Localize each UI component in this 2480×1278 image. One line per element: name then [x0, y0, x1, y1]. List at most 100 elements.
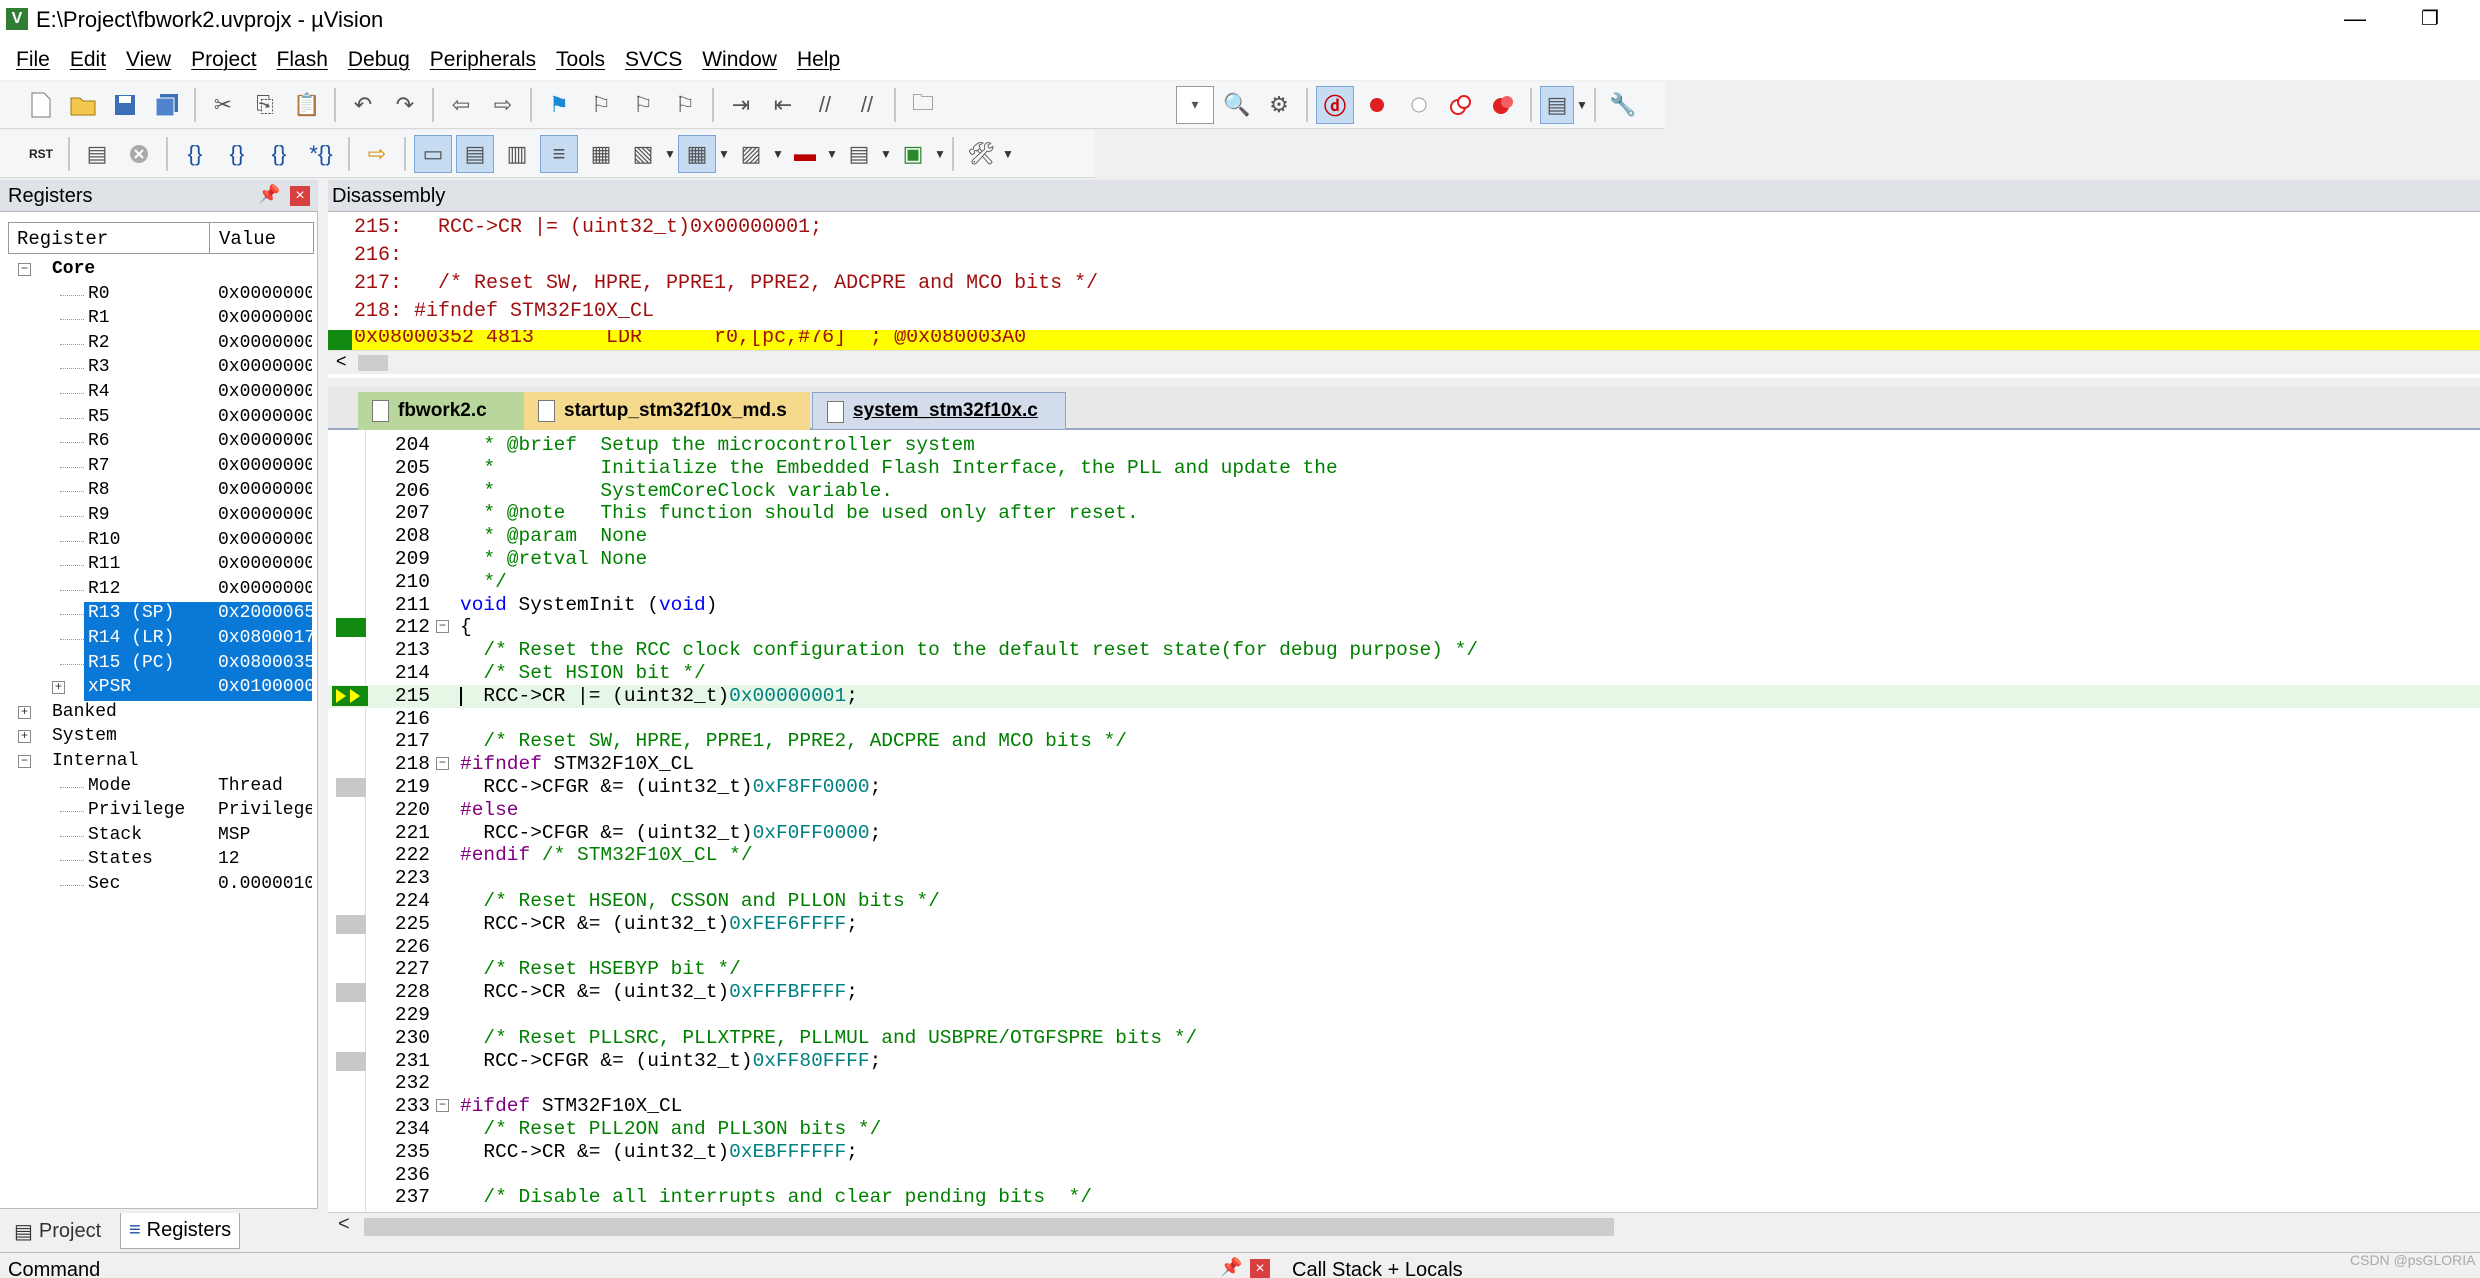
scrollbar-thumb[interactable]	[364, 1218, 1614, 1236]
register-value[interactable]: 0x00000000	[218, 579, 312, 599]
register-row[interactable]: Sec0.00000100	[0, 873, 312, 898]
register-row[interactable]: R70x00000000	[0, 455, 312, 480]
system-viewer-icon[interactable]: ▣	[894, 135, 932, 173]
unindent-icon[interactable]: ⇤	[764, 86, 802, 124]
chevron-down-icon[interactable]: ▼	[1002, 147, 1014, 161]
symbols-window-icon[interactable]: ▥	[498, 135, 536, 173]
insert-breakpoint-icon[interactable]	[1358, 86, 1396, 124]
code-line[interactable]: 223	[328, 867, 2480, 890]
expand-icon[interactable]: +	[18, 706, 31, 719]
chevron-down-icon[interactable]: ▼	[826, 147, 838, 161]
menu-debug[interactable]: Debug	[338, 48, 420, 72]
code-line[interactable]: 220#else	[328, 799, 2480, 822]
disassembly-window-icon[interactable]: ▤	[456, 135, 494, 173]
register-value[interactable]: 0x08000175	[218, 628, 312, 648]
code-line[interactable]: 215 RCC->CR |= (uint32_t)0x00000001;	[328, 685, 2480, 708]
code-line[interactable]: 221 RCC->CFGR &= (uint32_t)0xF0FF0000;	[328, 822, 2480, 845]
code-line[interactable]: 231 RCC->CFGR &= (uint32_t)0xFF80FFFF;	[328, 1050, 2480, 1073]
stop-icon[interactable]	[120, 135, 158, 173]
menu-file[interactable]: File	[6, 48, 60, 72]
register-row[interactable]: R110x00000000	[0, 553, 312, 578]
register-value[interactable]: 0x00000000	[218, 530, 312, 550]
register-row[interactable]: ModeThread	[0, 775, 312, 800]
next-bookmark-icon[interactable]: ⚐	[624, 86, 662, 124]
menu-svcs[interactable]: SVCS	[615, 48, 692, 72]
save-all-icon[interactable]	[148, 86, 186, 124]
undo-icon[interactable]: ↶	[344, 86, 382, 124]
code-line[interactable]: 235 RCC->CR &= (uint32_t)0xEBFFFFFF;	[328, 1141, 2480, 1164]
code-line[interactable]: 236	[328, 1164, 2480, 1187]
executable-line-marker[interactable]	[336, 915, 366, 934]
executable-line-marker[interactable]	[336, 983, 366, 1002]
trace-window-icon[interactable]: ▤	[840, 135, 878, 173]
register-row[interactable]: States12	[0, 848, 312, 873]
code-line[interactable]: 232	[328, 1072, 2480, 1095]
register-row[interactable]: R120x00000000	[0, 578, 312, 603]
register-row[interactable]: +System	[0, 725, 312, 750]
fold-collapse-icon[interactable]: −	[436, 620, 449, 633]
reset-icon[interactable]: RST	[22, 135, 60, 173]
editor-scrollbar[interactable]: <	[328, 1212, 2480, 1240]
step-over-icon[interactable]: {}	[218, 135, 256, 173]
register-value[interactable]: 0.00000100	[218, 874, 312, 894]
register-row[interactable]: R00x00000000	[0, 283, 312, 308]
bookmark-icon[interactable]: ⚑	[540, 86, 578, 124]
register-value[interactable]: 0x00000000	[218, 554, 312, 574]
redo-icon[interactable]: ↷	[386, 86, 424, 124]
register-value[interactable]: 0x00000000	[218, 407, 312, 427]
register-value[interactable]: 0x00000000	[218, 357, 312, 377]
register-row[interactable]: R90x00000000	[0, 504, 312, 529]
register-row[interactable]: R20x00000000	[0, 332, 312, 357]
expand-icon[interactable]: +	[18, 730, 31, 743]
register-row[interactable]: StackMSP	[0, 824, 312, 849]
code-line[interactable]: 224 /* Reset HSEON, CSSON and PLLON bits…	[328, 890, 2480, 913]
code-line[interactable]: 208 * @param None	[328, 525, 2480, 548]
show-next-statement-icon[interactable]: ⇨	[358, 135, 396, 173]
watch-window-icon[interactable]: ▧	[624, 135, 662, 173]
register-value[interactable]: 0x00000000	[218, 431, 312, 451]
register-row[interactable]: R13 (SP)0x20000650	[0, 602, 312, 627]
register-value[interactable]: 0x00000000	[218, 284, 312, 304]
executable-line-marker[interactable]	[336, 778, 366, 797]
scroll-left-icon[interactable]: <	[336, 351, 347, 372]
analysis-window-icon[interactable]: ▬	[786, 135, 824, 173]
pin-icon[interactable]: 📌	[1220, 1257, 1242, 1278]
configure-icon[interactable]: 🔧	[1604, 86, 1642, 124]
open-folder-icon[interactable]	[64, 86, 102, 124]
menu-window[interactable]: Window	[692, 48, 787, 72]
close-icon[interactable]: ×	[1250, 1259, 1270, 1278]
code-line[interactable]: 225 RCC->CR &= (uint32_t)0xFEF6FFFF;	[328, 913, 2480, 936]
kill-breakpoints-icon[interactable]	[1484, 86, 1522, 124]
code-line[interactable]: 216	[328, 708, 2480, 731]
indent-icon[interactable]: ⇥	[722, 86, 760, 124]
serial-window-icon[interactable]: ▨	[732, 135, 770, 173]
code-line[interactable]: 213 /* Reset the RCC clock configuration…	[328, 639, 2480, 662]
code-line[interactable]: 210 */	[328, 571, 2480, 594]
code-line[interactable]: 228 RCC->CR &= (uint32_t)0xFFFBFFFF;	[328, 981, 2480, 1004]
column-divider[interactable]	[209, 223, 210, 253]
register-row[interactable]: R50x00000000	[0, 406, 312, 431]
code-line[interactable]: 227 /* Reset HSEBYP bit */	[328, 958, 2480, 981]
chevron-down-icon[interactable]: ▼	[718, 147, 730, 161]
code-line[interactable]: 229	[328, 1004, 2480, 1027]
cut-icon[interactable]: ✂	[204, 86, 242, 124]
register-value[interactable]: 0x08000352	[218, 653, 312, 673]
fold-collapse-icon[interactable]: −	[436, 1099, 449, 1112]
enable-breakpoint-icon[interactable]	[1400, 86, 1438, 124]
run-icon[interactable]: ▤	[78, 135, 116, 173]
register-value[interactable]: Privileged	[218, 800, 312, 820]
register-value[interactable]: 0x20000650	[218, 603, 312, 623]
register-row[interactable]: R40x00000000	[0, 381, 312, 406]
code-line[interactable]: 234 /* Reset PLL2ON and PLL3ON bits */	[328, 1118, 2480, 1141]
disable-breakpoints-icon[interactable]	[1442, 86, 1480, 124]
executed-line-marker[interactable]	[336, 618, 366, 637]
memory-window-icon[interactable]: ▦	[678, 135, 716, 173]
call-stack-window-icon[interactable]: ▦	[582, 135, 620, 173]
tab-registers[interactable]: ≡ Registers	[120, 1213, 240, 1249]
new-file-icon[interactable]	[22, 86, 60, 124]
disassembly-line[interactable]: 217: /* Reset SW, HPRE, PPRE1, PPRE2, AD…	[354, 272, 1098, 300]
chevron-down-icon[interactable]: ▼	[1576, 98, 1588, 112]
code-line[interactable]: 205 * Initialize the Embedded Flash Inte…	[328, 457, 2480, 480]
chevron-down-icon[interactable]: ▼	[934, 147, 946, 161]
run-to-cursor-icon[interactable]: *{}	[302, 135, 340, 173]
